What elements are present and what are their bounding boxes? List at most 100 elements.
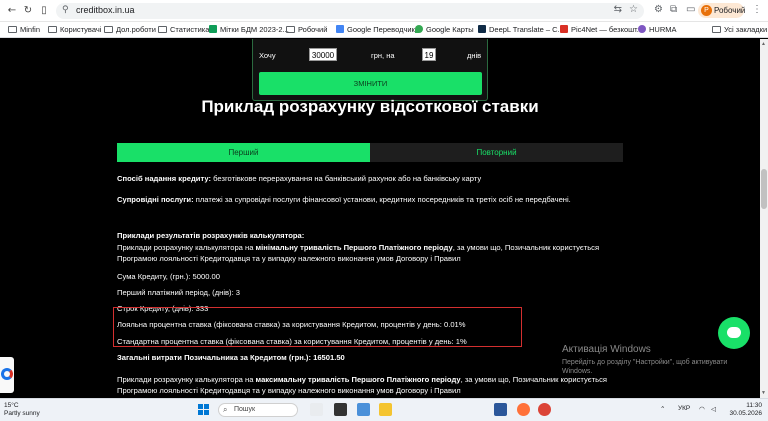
all-bookmarks[interactable]: Усі закладки xyxy=(712,24,767,36)
task-view-icon[interactable] xyxy=(334,403,347,416)
word-icon[interactable] xyxy=(494,403,507,416)
calculator-panel: Хочу 30000 грн, на 19 днів ЗМІНИТИ xyxy=(252,39,488,101)
sheets-icon xyxy=(209,25,217,33)
page-title: Приклад розрахунку відсоткової ставки xyxy=(201,97,539,116)
bookmark-item[interactable]: Робочий xyxy=(286,24,327,36)
examples-heading: Приклади результатів розрахунків калькул… xyxy=(117,230,617,241)
bookmarks-bar: Minfin Користувачі Дол.роботи Статистика… xyxy=(0,22,768,38)
start-button[interactable] xyxy=(198,404,209,415)
wifi-icon[interactable]: ◠ xyxy=(699,405,705,413)
chat-bubble-icon xyxy=(727,327,741,338)
taskbar: 15°C Partly sunny ⌕ Пошук ⌃ УКР ◠ ◁ 11:3… xyxy=(0,398,768,421)
bookmark-item[interactable]: Користувачі xyxy=(48,24,101,36)
total-costs-text: Загальні витрати Позичальника за Кредито… xyxy=(117,353,345,362)
rate-highlight-box xyxy=(113,307,522,347)
bookmark-item[interactable]: Статистика xyxy=(158,24,209,36)
scrollbar-thumb[interactable] xyxy=(761,169,767,209)
translate-bookmark-icon xyxy=(336,25,344,33)
menu-icon[interactable]: ⋮ xyxy=(752,4,762,15)
avatar: Р xyxy=(701,5,712,16)
taskbar-search[interactable]: ⌕ Пошук xyxy=(218,403,298,417)
folder-icon xyxy=(104,26,113,33)
chrome-icon[interactable] xyxy=(538,403,551,416)
examples-heading-text: Приклади результатів розрахунків калькул… xyxy=(117,231,305,240)
search-placeholder: Пошук xyxy=(234,406,256,413)
weather-temp: 15°C xyxy=(4,402,19,409)
tabs-icon[interactable]: ▯ xyxy=(38,5,50,17)
reload-icon[interactable]: ↻ xyxy=(22,5,34,17)
clock-date: 30.05.2026 xyxy=(729,410,762,417)
windows-activation-subtitle: Перейдіть до розділу "Настройки", щоб ак… xyxy=(562,359,728,375)
examples2-text-bold: максимальну тривалість Першого Платіжног… xyxy=(255,375,461,384)
examples-text-pre: Приклади розрахунку калькулятора на xyxy=(117,243,256,252)
sidepanel-icon[interactable]: ▭ xyxy=(686,4,695,15)
examples2-text-pre: Приклади розрахунку калькулятора на xyxy=(117,375,256,384)
profile-label: Робочий xyxy=(714,6,746,15)
puzzle-icon[interactable]: ⧉ xyxy=(670,4,677,15)
windows-activation-title: Активація Windows xyxy=(562,344,651,355)
language-indicator[interactable]: УКР xyxy=(678,405,690,412)
volume-icon[interactable]: ◁ xyxy=(711,405,716,413)
examples-paragraph: Приклади розрахунку калькулятора на міні… xyxy=(117,242,617,264)
tabs: Перший Повторний xyxy=(117,143,623,162)
method-text: безготівкове перерахування на банківськи… xyxy=(211,174,482,183)
translate-icon[interactable]: ⇆ xyxy=(614,4,622,15)
clock[interactable]: 11:30 30.05.2026 xyxy=(728,402,762,418)
page-scrollbar[interactable]: ▲ ▼ xyxy=(760,39,768,398)
tray-chevron-icon[interactable]: ⌃ xyxy=(660,405,665,413)
bookmark-item[interactable]: HURMA xyxy=(638,24,677,36)
chat-button[interactable] xyxy=(718,317,750,349)
back-icon[interactable]: ← xyxy=(6,5,18,17)
bookmark-item[interactable]: Minfin xyxy=(8,24,40,36)
deepl-icon xyxy=(478,25,486,33)
recaptcha-icon xyxy=(1,368,13,380)
recaptcha-badge xyxy=(0,357,14,393)
total-costs: Загальні витрати Позичальника за Кредито… xyxy=(117,352,617,363)
pic4net-icon xyxy=(560,25,568,33)
method-heading: Спосіб надання кредиту: xyxy=(117,174,212,183)
tab-first[interactable]: Перший xyxy=(117,143,370,162)
tab-repeat[interactable]: Повторний xyxy=(370,143,623,162)
weather-text: Partly sunny xyxy=(4,410,40,417)
folder-icon xyxy=(48,26,57,33)
amount-input[interactable]: 30000 xyxy=(309,48,337,61)
site-info-icon[interactable]: ⚲ xyxy=(62,5,69,15)
examples-text-bold: мінімальну тривалість Першого Платіжного… xyxy=(255,243,453,252)
bookmark-item[interactable]: Google Карты xyxy=(415,24,474,36)
services-text: платежі за супровідні послуги фінансової… xyxy=(193,195,571,204)
scroll-up-icon[interactable]: ▲ xyxy=(761,41,766,47)
examples2-paragraph: Приклади розрахунку калькулятора на макс… xyxy=(117,374,617,396)
days-label: днів xyxy=(467,51,482,60)
currency-label: грн, на xyxy=(371,51,395,60)
zebra-app-icon[interactable] xyxy=(310,403,323,416)
bookmark-item[interactable]: DeepL Translate – С... xyxy=(478,24,564,36)
method-paragraph: Спосіб надання кредиту: безготівкове пер… xyxy=(117,173,617,184)
web-page: Хочу 30000 грн, на 19 днів ЗМІНИТИ Прикл… xyxy=(0,39,760,398)
folder-icon xyxy=(158,26,167,33)
bookmark-item[interactable]: Pic4Net — безкошт... xyxy=(560,24,643,36)
extension-icon[interactable]: ⚙ xyxy=(654,4,663,15)
profile-button[interactable]: Р Робочий xyxy=(698,3,746,18)
bookmark-item[interactable]: Мітки БДМ 2023-2... xyxy=(209,24,289,36)
want-label: Хочу xyxy=(259,51,276,60)
maps-icon xyxy=(415,25,423,33)
services-paragraph: Супровідні послуги: платежі за супровідн… xyxy=(117,194,617,205)
change-button[interactable]: ЗМІНИТИ xyxy=(259,72,482,95)
services-heading: Супровідні послуги: xyxy=(117,195,194,204)
firefox-icon[interactable] xyxy=(517,403,530,416)
snip-app-icon[interactable] xyxy=(357,403,370,416)
browser-toolbar: ← ↻ ▯ ⚲ creditbox.in.ua ⇆ ☆ ⚙ ⧉ ▭ Р Робо… xyxy=(0,0,768,22)
days-input[interactable]: 19 xyxy=(422,48,436,61)
file-explorer-icon[interactable] xyxy=(379,403,392,416)
search-icon: ⌕ xyxy=(223,405,228,414)
scroll-down-icon[interactable]: ▼ xyxy=(761,390,766,396)
hurma-icon xyxy=(638,25,646,33)
address-bar[interactable]: ⚲ creditbox.in.ua ⇆ ☆ xyxy=(56,3,644,19)
credit-sum: Сума Кредиту, (грн.): 5000.00 xyxy=(117,272,220,281)
bookmark-item[interactable]: Дол.роботи xyxy=(104,24,156,36)
bookmark-item[interactable]: Google Переводчик xyxy=(336,24,415,36)
bookmark-star-icon[interactable]: ☆ xyxy=(629,4,638,15)
weather-widget[interactable]: 15°C Partly sunny xyxy=(4,402,40,418)
folder-icon xyxy=(8,26,17,33)
folder-icon xyxy=(286,26,295,33)
